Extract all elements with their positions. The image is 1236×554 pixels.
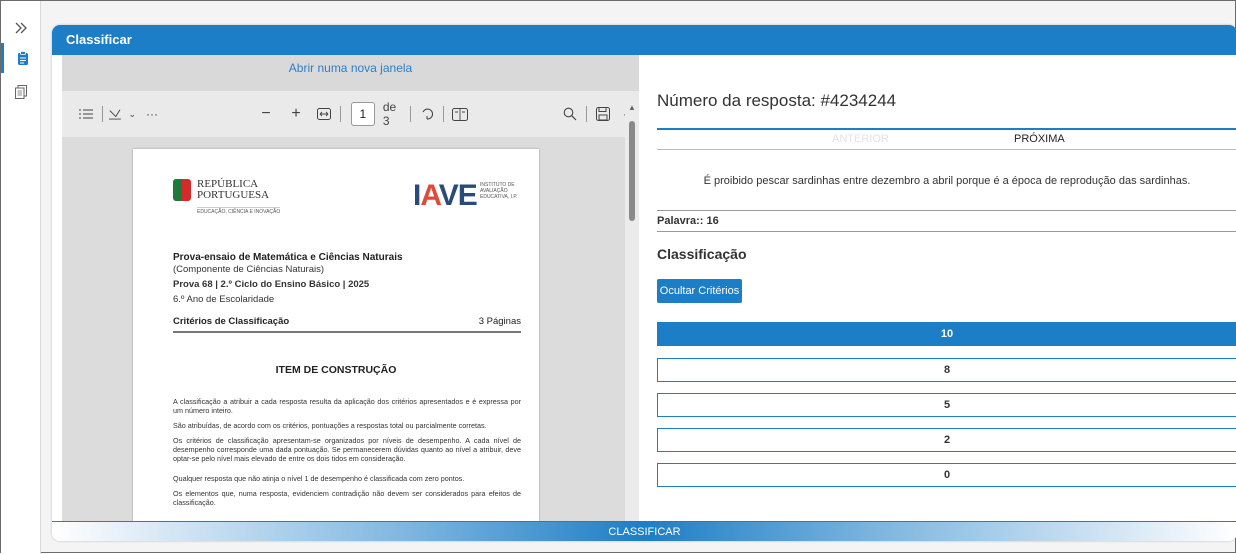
- app-window: Classificar Abrir numa nova janela ⌄ ···…: [0, 0, 1236, 554]
- paragraph: Os elementos que, numa resposta, evidenc…: [173, 489, 521, 508]
- fit-width-icon[interactable]: [314, 101, 334, 127]
- response-text: É proibido pescar sardinhas entre dezemb…: [703, 175, 1191, 187]
- search-icon[interactable]: [560, 101, 580, 127]
- left-rail: [1, 1, 41, 554]
- score-option-0[interactable]: 0: [657, 463, 1236, 487]
- page-total: de 3: [382, 100, 397, 128]
- paragraph: São atribuídas, de acordo com os critéri…: [173, 421, 487, 430]
- zoom-out-button[interactable]: −: [256, 101, 276, 127]
- previous-button[interactable]: ANTERIOR: [832, 133, 889, 145]
- score-option-8[interactable]: 8: [657, 358, 1236, 382]
- iave-subtitle: INSTITUTO DE AVALIAÇÃO EDUCATIVA, I.P.: [480, 182, 518, 200]
- classify-button[interactable]: CLASSIFICAR: [52, 521, 1236, 541]
- toolbar-divider: [586, 106, 588, 122]
- pdf-page: REPÚBLICA PORTUGUESA EDUCAÇÃO, CIÊNCIA E…: [133, 149, 539, 521]
- rotate-icon[interactable]: [417, 101, 437, 127]
- viewer-scrollbar[interactable]: ▲: [625, 101, 639, 521]
- item-title: ITEM DE CONSTRUÇÃO: [275, 364, 397, 376]
- response-navigation: ANTERIOR PRÓXIMA: [657, 128, 1236, 150]
- scroll-up-icon[interactable]: ▲: [628, 103, 636, 112]
- toolbar-divider: [443, 106, 445, 122]
- clipboard-icon[interactable]: [1, 43, 41, 73]
- classification-title: Classificação: [657, 246, 747, 262]
- next-button[interactable]: PRÓXIMA: [1014, 133, 1065, 145]
- page-count: 3 Páginas: [478, 316, 521, 327]
- pdf-viewer: Abrir numa nova janela ⌄ ··· − + 1 de 3 …: [62, 55, 639, 521]
- two-page-icon[interactable]: [450, 101, 470, 127]
- criteria-heading: Critérios de Classificação: [173, 316, 290, 327]
- toolbar-divider: [410, 106, 412, 122]
- toolbar-divider: [339, 106, 341, 122]
- double-chevron-right-icon[interactable]: [1, 13, 41, 43]
- hide-criteria-button[interactable]: Ocultar Critérios: [657, 279, 742, 303]
- card-title: Classificar: [52, 25, 1236, 55]
- page-number-input[interactable]: 1: [350, 102, 375, 126]
- document-area: REPÚBLICA PORTUGUESA EDUCAÇÃO, CIÊNCIA E…: [62, 137, 625, 521]
- documents-icon[interactable]: [1, 77, 41, 107]
- ministry-subtitle: EDUCAÇÃO, CIÊNCIA E INOVAÇÃO: [197, 207, 281, 215]
- document-subtitle: (Componente de Ciências Naturais): [173, 264, 325, 275]
- portugal-flag-logo: [173, 179, 191, 201]
- criteria-row: 3 Páginas Critérios de Classificação: [173, 316, 521, 333]
- response-number: Número da resposta: #4234244: [657, 91, 897, 110]
- list-icon[interactable]: [76, 101, 96, 127]
- scroll-thumb[interactable]: [629, 121, 635, 221]
- score-option-5[interactable]: 5: [657, 393, 1236, 417]
- score-option-10[interactable]: 10: [657, 322, 1236, 346]
- paragraph: A classificação a atribuir a cada respos…: [173, 397, 521, 416]
- score-option-2[interactable]: 2: [657, 428, 1236, 452]
- word-count: Palavra:: 16: [657, 210, 1236, 232]
- open-new-window-link[interactable]: Abrir numa nova janela: [62, 61, 639, 75]
- save-icon[interactable]: [593, 101, 613, 127]
- toolbar-divider: [102, 106, 103, 122]
- paragraph: Os critérios de classificação apresentam…: [173, 436, 521, 464]
- pdf-toolbar: ⌄ ··· − + 1 de 3: [62, 91, 639, 137]
- document-prova: Prova 68 | 2.º Ciclo do Ensino Básico | …: [173, 279, 370, 290]
- document-ano: 6.º Ano de Escolaridade: [173, 294, 275, 305]
- republica-logo-text: REPÚBLICA PORTUGUESA: [197, 178, 270, 201]
- zoom-in-button[interactable]: +: [286, 101, 306, 127]
- highlight-icon[interactable]: ⌄: [108, 101, 136, 127]
- response-panel: Número da resposta: #4234244 ANTERIOR PR…: [654, 55, 1236, 521]
- more-button[interactable]: ···: [142, 101, 162, 127]
- document-title: Prova-ensaio de Matemática e Ciências Na…: [173, 252, 403, 263]
- paragraph: Qualquer resposta que não atinja o nível…: [173, 474, 465, 483]
- classification-card: Classificar Abrir numa nova janela ⌄ ···…: [52, 25, 1236, 541]
- iave-logo: IAVE: [413, 179, 478, 212]
